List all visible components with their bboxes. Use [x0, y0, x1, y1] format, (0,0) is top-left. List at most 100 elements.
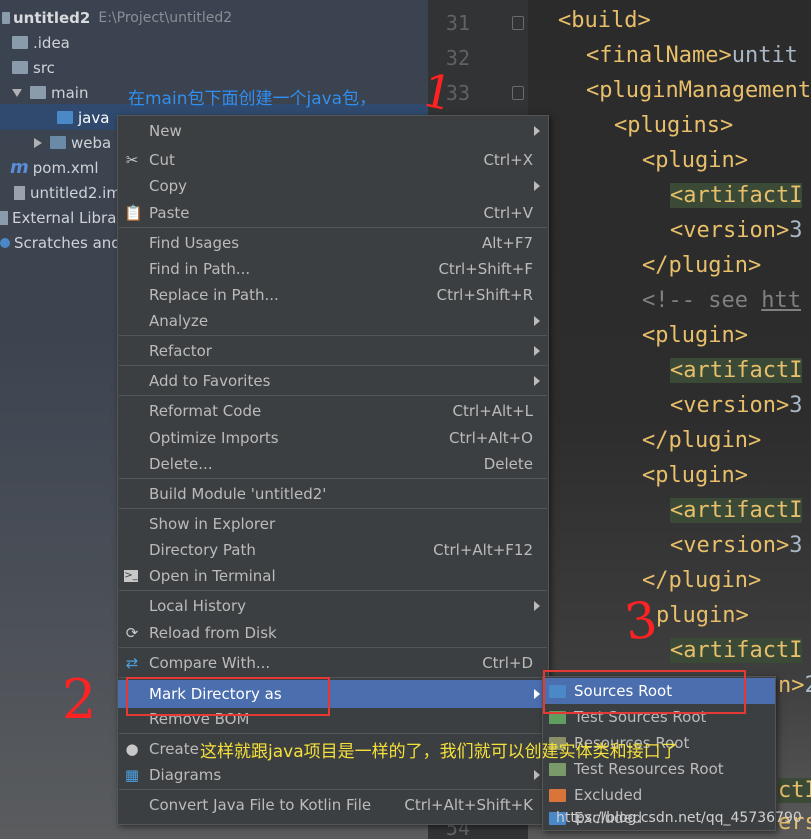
- code-line: <build>: [558, 8, 651, 33]
- code-line: </plugin>: [642, 253, 762, 278]
- code-line: <plugin>: [642, 148, 748, 173]
- tree-item-webapp[interactable]: weba: [34, 130, 111, 155]
- maven-icon: m: [10, 157, 29, 178]
- folder-icon: [30, 86, 46, 99]
- annotation-step1: 在main包下面创建一个java包，: [128, 89, 377, 109]
- code-line: ctI: [778, 778, 811, 803]
- tree-item-pom[interactable]: m pom.xml: [10, 155, 99, 180]
- menu-item-directory-path[interactable]: Directory Path Ctrl+Alt+F12: [118, 537, 548, 563]
- annotation-note: 这样就跟java项目是一样的了，我们就可以创建实体类和接口了: [200, 742, 678, 762]
- clipboard-icon: 📋: [124, 204, 143, 222]
- test-resources-folder-icon: [549, 762, 566, 776]
- code-line: <finalName>untit: [586, 43, 798, 68]
- submenu-arrow-icon: [534, 601, 540, 611]
- library-icon: [0, 210, 8, 225]
- submenu-arrow-icon: [534, 376, 540, 386]
- menu-item-copy[interactable]: Copy: [118, 173, 548, 199]
- annotation-box-sources-root: [543, 670, 746, 714]
- menu-item-convert-to-kotlin[interactable]: Convert Java File to Kotlin File Ctrl+Alt…: [118, 792, 548, 818]
- fold-icon[interactable]: [512, 86, 524, 100]
- tree-item-label: .idea: [33, 33, 70, 52]
- file-icon: [14, 185, 25, 200]
- code-line: </plugin>: [642, 568, 762, 593]
- tree-item-label: java: [78, 108, 110, 127]
- menu-item-paste[interactable]: 📋 Paste Ctrl+V: [118, 200, 548, 226]
- tree-item-label: src: [33, 58, 55, 77]
- code-line: <artifactI: [670, 498, 803, 523]
- submenu-arrow-icon: [534, 181, 540, 191]
- scissors-icon: ✂: [125, 151, 139, 169]
- folder-icon: [12, 36, 28, 49]
- tree-item-label: main: [51, 83, 89, 102]
- menu-item-compare-with[interactable]: ⇄ Compare With... Ctrl+D: [118, 650, 548, 676]
- terminal-icon: >_: [124, 570, 138, 582]
- code-line: <plugin>: [642, 323, 748, 348]
- menu-item-add-to-favorites[interactable]: Add to Favorites: [118, 368, 548, 394]
- fold-icon[interactable]: [512, 16, 524, 30]
- code-line: plugin>: [656, 603, 749, 628]
- menu-item-open-in-terminal[interactable]: >_ Open in Terminal: [118, 563, 548, 589]
- tree-item-label: External Librar: [12, 208, 123, 227]
- code-line: <version>3: [670, 533, 803, 558]
- chevron-down-icon[interactable]: [12, 88, 22, 97]
- tree-item-java[interactable]: java: [57, 105, 109, 130]
- tree-root-label: untitled2: [13, 8, 91, 27]
- menu-item-delete[interactable]: Delete... Delete: [118, 451, 548, 477]
- menu-item-replace-in-path[interactable]: Replace in Path... Ctrl+Shift+R: [118, 282, 548, 308]
- chevron-right-icon[interactable]: [34, 137, 42, 148]
- menu-item-reload-from-disk[interactable]: ⟳ Reload from Disk: [118, 620, 548, 646]
- menu-item-reformat-code[interactable]: Reformat Code Ctrl+Alt+L: [118, 398, 548, 424]
- annotation-box-mark-directory: [126, 677, 330, 716]
- menu-item-build-module[interactable]: Build Module 'untitled2': [118, 481, 548, 507]
- tree-item-idea[interactable]: .idea: [12, 30, 70, 55]
- menu-item-local-history[interactable]: Local History: [118, 593, 548, 619]
- menu-item-diagrams[interactable]: ▦ Diagrams: [118, 762, 548, 788]
- submenu-arrow-icon: [534, 316, 540, 326]
- tree-root-path: E:\Project\untitled2: [98, 9, 233, 26]
- menu-item-optimize-imports[interactable]: Optimize Imports Ctrl+Alt+O: [118, 425, 548, 451]
- menu-item-cut[interactable]: ✂ Cut Ctrl+X: [118, 147, 548, 173]
- code-line: </plugin>: [642, 428, 762, 453]
- tree-item-label: pom.xml: [32, 158, 99, 177]
- scratches-icon: [0, 237, 10, 248]
- menu-item-new[interactable]: New: [118, 118, 548, 144]
- folder-icon: [57, 111, 73, 124]
- code-line: <artifactI: [670, 358, 803, 383]
- diagram-icon: ▦: [124, 766, 140, 784]
- code-line: <pluginManagement: [586, 78, 811, 103]
- line-number: 31: [445, 11, 470, 35]
- menu-item-refactor[interactable]: Refactor: [118, 338, 548, 364]
- annotation-mark-2: 2: [62, 668, 97, 731]
- excluded-folder-icon: [549, 788, 566, 802]
- menu-item-find-usages[interactable]: Find Usages Alt+F7: [118, 230, 548, 256]
- project-folder-icon: [2, 11, 10, 24]
- code-line: <plugin>: [642, 463, 748, 488]
- tree-item-iml[interactable]: untitled2.im: [14, 180, 121, 205]
- submenu-arrow-icon: [534, 770, 540, 780]
- reload-icon: ⟳: [125, 624, 139, 642]
- submenu-arrow-icon: [534, 126, 540, 136]
- menu-item-analyze[interactable]: Analyze: [118, 308, 548, 334]
- submenu-arrow-icon: [534, 346, 540, 356]
- submenu-arrow-icon: [534, 689, 540, 699]
- tree-item-label: weba: [71, 133, 112, 152]
- tree-item-label: untitled2.im: [30, 183, 121, 202]
- tree-item-src[interactable]: src: [12, 55, 55, 80]
- code-line: <artifactI: [670, 638, 803, 663]
- github-icon: ●: [125, 740, 139, 758]
- menu-item-show-in-explorer[interactable]: Show in Explorer: [118, 511, 548, 537]
- menu-item-find-in-path[interactable]: Find in Path... Ctrl+Shift+F: [118, 256, 548, 282]
- code-line: <!-- see htt: [642, 288, 801, 313]
- tree-item-label: Scratches and: [14, 233, 121, 252]
- watermark-url: https://blog.csdn.net/qq_45736790: [556, 810, 802, 826]
- code-line: n>2: [778, 673, 811, 698]
- code-line: <version>3: [670, 218, 803, 243]
- tree-item-external-libraries[interactable]: External Librar: [0, 205, 123, 230]
- tree-item-scratches[interactable]: Scratches and: [0, 230, 121, 255]
- tree-item-main[interactable]: main: [12, 80, 88, 105]
- code-line: <version>3: [670, 393, 803, 418]
- code-line: <artifactI: [670, 183, 803, 208]
- code-line: <plugins>: [614, 113, 734, 138]
- tree-root[interactable]: untitled2 E:\Project\untitled2: [2, 5, 232, 30]
- compare-icon: ⇄: [125, 654, 139, 672]
